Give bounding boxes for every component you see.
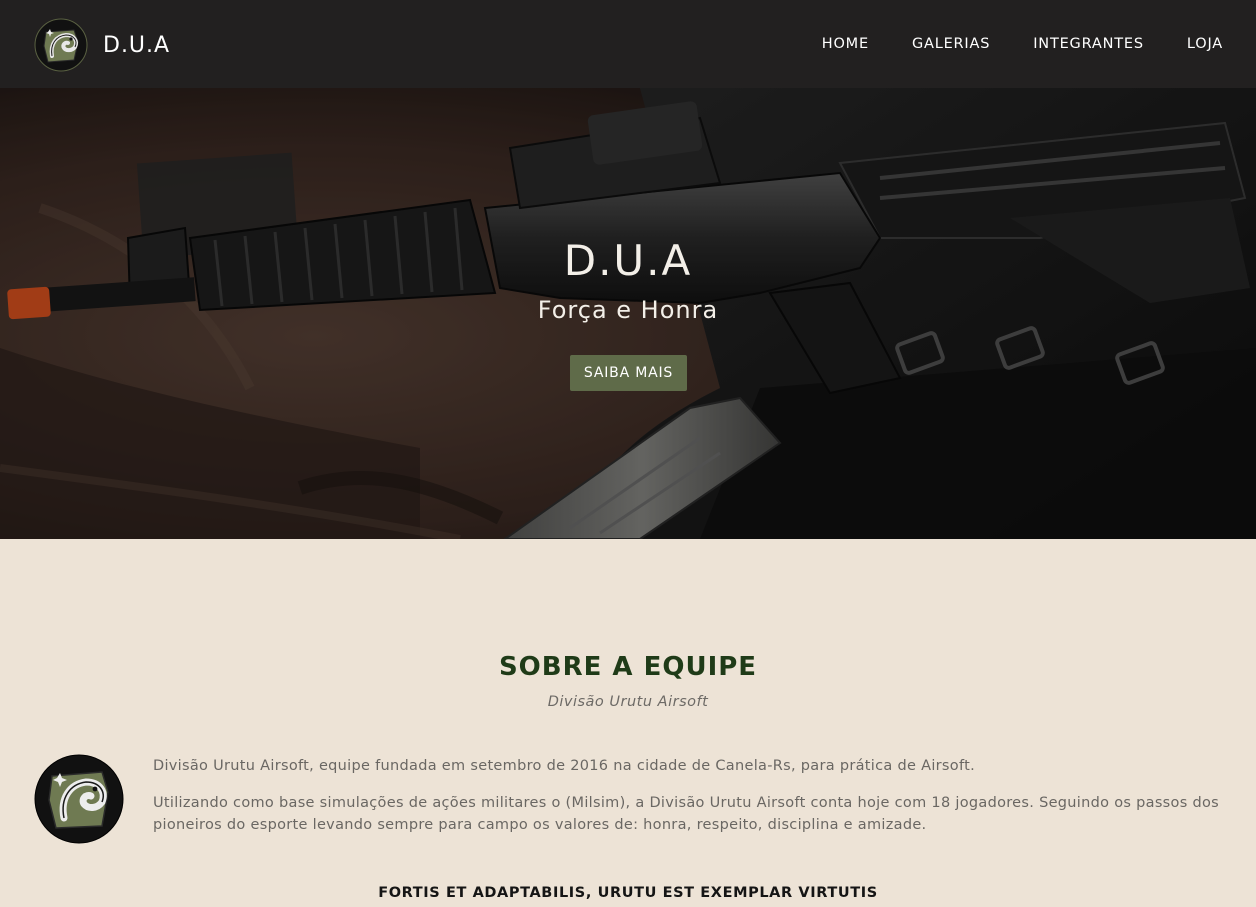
hero-content: D.U.A Força e Honra SAIBA MAIS [0, 88, 1256, 539]
team-snake-logo-icon [34, 754, 124, 844]
hero-title: D.U.A [563, 236, 693, 285]
nav-link-galerias[interactable]: GALERIAS [912, 36, 990, 52]
brand-link[interactable]: D.U.A [34, 17, 170, 73]
about-subtitle: Divisão Urutu Airsoft [547, 694, 709, 710]
snake-logo-icon [34, 18, 88, 72]
about-title: SOBRE A EQUIPE [498, 652, 758, 682]
nav-link-home[interactable]: HOME [822, 36, 869, 52]
about-paragraph-1: Divisão Urutu Airsoft, equipe fundada em… [153, 758, 975, 774]
about-paragraph-2: Utilizando como base simulações de ações… [153, 795, 1219, 833]
nav-menu: HOME GALERIAS INTEGRANTES LOJA [779, 0, 1223, 88]
saiba-mais-button[interactable]: SAIBA MAIS [570, 355, 687, 391]
about-text: Divisão Urutu Airsoft, equipe fundada em… [153, 755, 1223, 851]
brand-name: D.U.A [103, 32, 171, 58]
hero-section: D.U.A Força e Honra SAIBA MAIS [0, 88, 1256, 539]
about-section: SOBRE A EQUIPE Divisão Urutu Airsoft Div… [0, 539, 1256, 907]
navbar: D.U.A HOME GALERIAS INTEGRANTES LOJA [0, 0, 1256, 88]
nav-link-integrantes[interactable]: INTEGRANTES [1033, 36, 1144, 52]
hero-subtitle: Força e Honra [537, 296, 719, 324]
nav-link-loja[interactable]: LOJA [1187, 36, 1223, 52]
team-motto: FORTIS ET ADAPTABILIS, URUTU EST EXEMPLA… [378, 885, 878, 901]
